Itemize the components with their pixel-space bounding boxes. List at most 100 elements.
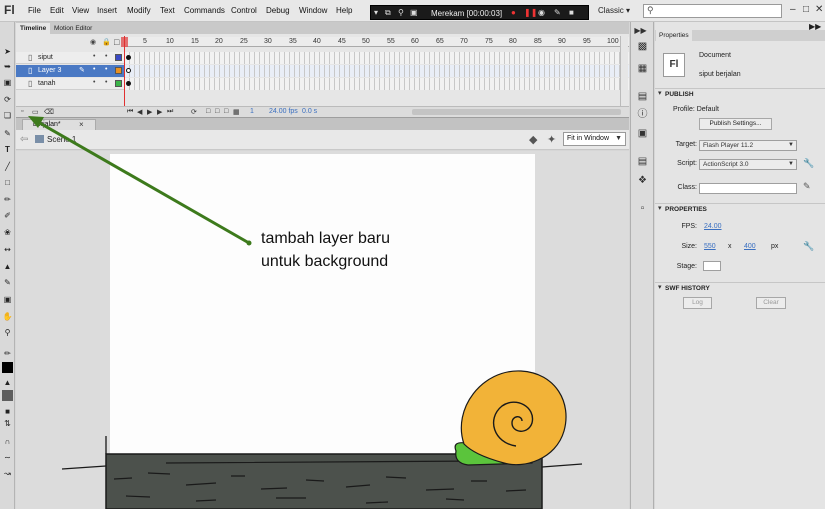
class-input[interactable] bbox=[699, 183, 797, 194]
menu-text[interactable]: Text bbox=[160, 6, 175, 15]
record-icon[interactable]: ● bbox=[511, 8, 516, 17]
recorder-zoom-icon[interactable]: ⚲ bbox=[398, 8, 404, 17]
layer-row-layer-3[interactable]: ▯ Layer 3 ✎ • • bbox=[16, 65, 629, 77]
menu-commands[interactable]: Commands bbox=[184, 6, 225, 15]
layer-frames[interactable] bbox=[125, 78, 629, 90]
library-panel-icon[interactable]: ▫ bbox=[636, 202, 649, 215]
tab-timeline[interactable]: Timeline bbox=[16, 23, 51, 34]
straighten-icon[interactable]: ↝ bbox=[2, 468, 13, 479]
section-properties[interactable]: PROPERTIES bbox=[655, 203, 825, 214]
subselection-tool-icon[interactable]: ➥ bbox=[2, 61, 13, 72]
back-arrow-icon[interactable]: ⇦ bbox=[20, 134, 28, 145]
keyframe[interactable] bbox=[126, 81, 131, 86]
script-select[interactable]: ActionScript 3.0 ▼ bbox=[699, 159, 797, 170]
timeline-horizontal-scrollbar[interactable] bbox=[412, 109, 621, 115]
wrench-icon[interactable]: 🔧 bbox=[803, 241, 814, 252]
camera-icon[interactable]: ◉ bbox=[538, 8, 545, 17]
visibility-dot-icon[interactable]: • bbox=[93, 53, 95, 60]
pen-icon[interactable]: ✎ bbox=[554, 8, 561, 17]
stop-icon[interactable]: ■ bbox=[569, 8, 574, 17]
new-folder-icon[interactable]: ▭ bbox=[32, 108, 39, 116]
next-frame-icon[interactable]: ▶ bbox=[157, 108, 162, 116]
recorder-screen-icon[interactable]: ▣ bbox=[410, 8, 418, 17]
width-value[interactable]: 550 bbox=[704, 243, 716, 250]
lock-dot-icon[interactable]: • bbox=[105, 79, 107, 86]
section-swf-history[interactable]: SWF HISTORY bbox=[655, 282, 825, 293]
swap-colors-icon[interactable]: ⇅ bbox=[2, 418, 13, 429]
section-publish[interactable]: PUBLISH bbox=[655, 88, 825, 99]
pencil-tool-icon[interactable]: ✏ bbox=[2, 194, 13, 205]
tab-properties[interactable]: Properties bbox=[656, 30, 692, 41]
snap-magnet-icon[interactable]: ∩ bbox=[2, 436, 13, 447]
swatches-panel-icon[interactable]: ▦ bbox=[636, 62, 649, 75]
menu-insert[interactable]: Insert bbox=[97, 6, 117, 15]
empty-keyframe[interactable] bbox=[126, 68, 131, 73]
log-button[interactable]: Log bbox=[683, 297, 712, 309]
smooth-icon[interactable]: ∼ bbox=[2, 452, 13, 463]
align-panel-icon[interactable]: ▤ bbox=[636, 90, 649, 103]
pencil-icon[interactable]: ✎ bbox=[803, 181, 811, 192]
lock-all-icon[interactable]: 🔒 bbox=[102, 38, 111, 46]
color-panel-icon[interactable]: ▩ bbox=[636, 40, 649, 53]
close-button[interactable]: ✕ bbox=[815, 4, 823, 15]
onion-skin-icon[interactable]: □ bbox=[206, 108, 210, 115]
frame-rate[interactable]: 24.00 fps bbox=[269, 108, 298, 115]
onion-outline-icon[interactable]: □ bbox=[215, 108, 219, 115]
edit-symbols-icon[interactable]: ◆ bbox=[529, 133, 537, 146]
menu-view[interactable]: View bbox=[72, 6, 89, 15]
pen-tool-icon[interactable]: ✎ bbox=[2, 128, 13, 139]
menu-file[interactable]: File bbox=[28, 6, 41, 15]
recorder-window-icon[interactable]: ⧉ bbox=[385, 8, 391, 18]
timeline-ruler[interactable]: 5 10 15 20 25 30 35 40 45 50 55 60 65 70… bbox=[125, 37, 629, 47]
tab-motion-editor[interactable]: Motion Editor bbox=[50, 23, 96, 34]
clear-button[interactable]: Clear bbox=[756, 297, 786, 309]
pause-icon[interactable]: ❚❚ bbox=[524, 8, 537, 17]
menu-debug[interactable]: Debug bbox=[266, 6, 290, 15]
components-panel-icon[interactable]: ❖ bbox=[636, 174, 649, 187]
stroke-color-swatch[interactable] bbox=[2, 362, 13, 373]
lock-dot-icon[interactable]: • bbox=[105, 53, 107, 60]
menu-help[interactable]: Help bbox=[336, 6, 352, 15]
menu-edit[interactable]: Edit bbox=[50, 6, 64, 15]
default-colors-icon[interactable]: ■ bbox=[2, 406, 13, 417]
layer-frames[interactable] bbox=[125, 65, 629, 77]
fill-color-icon[interactable]: ▲ bbox=[2, 377, 13, 388]
outline-all-icon[interactable]: □ bbox=[114, 37, 119, 47]
visibility-dot-icon[interactable]: • bbox=[93, 66, 95, 73]
loop-icon[interactable]: ⟳ bbox=[191, 108, 197, 116]
maximize-button[interactable]: □ bbox=[803, 4, 809, 15]
collapse-panel-icon[interactable]: ▶▶ bbox=[634, 24, 647, 37]
layer-name-cell[interactable]: ▯ siput • • bbox=[16, 52, 124, 64]
transform-panel-icon[interactable]: ▣ bbox=[636, 127, 649, 140]
keyframe[interactable] bbox=[126, 55, 131, 60]
onion-markers-icon[interactable]: ▦ bbox=[233, 108, 240, 116]
new-layer-icon[interactable]: ▫ bbox=[21, 108, 23, 115]
selection-tool-icon[interactable]: ➤ bbox=[2, 46, 13, 57]
fill-color-swatch[interactable] bbox=[2, 390, 13, 401]
snail[interactable] bbox=[454, 370, 567, 466]
workspace-switcher[interactable]: Classic ▾ bbox=[598, 6, 630, 15]
eraser-tool-icon[interactable]: ▣ bbox=[2, 294, 13, 305]
visibility-dot-icon[interactable]: • bbox=[93, 79, 95, 86]
stage-color-swatch[interactable] bbox=[703, 261, 721, 271]
layer-outline-color[interactable] bbox=[115, 54, 122, 61]
recorder-dropdown-icon[interactable]: ▾ bbox=[374, 8, 378, 17]
lasso-tool-icon[interactable]: ❏ bbox=[2, 110, 13, 121]
show-hide-all-icon[interactable]: ◉ bbox=[90, 38, 96, 46]
paint-bucket-tool-icon[interactable]: ▲ bbox=[2, 261, 13, 272]
lock-dot-icon[interactable]: • bbox=[105, 66, 107, 73]
menu-window[interactable]: Window bbox=[299, 6, 327, 15]
height-value[interactable]: 400 bbox=[744, 243, 756, 250]
zoom-tool-icon[interactable]: ⚲ bbox=[2, 327, 13, 338]
zoom-select[interactable]: Fit in Window ▼ bbox=[563, 132, 626, 146]
free-transform-tool-icon[interactable]: ▣ bbox=[2, 77, 13, 88]
info-panel-icon[interactable]: ⓘ bbox=[636, 108, 649, 121]
target-select[interactable]: Flash Player 11.2 ▼ bbox=[699, 140, 797, 151]
menu-control[interactable]: Control bbox=[231, 6, 257, 15]
document-tab[interactable]: berjalan* × bbox=[22, 119, 96, 130]
previous-frame-icon[interactable]: ◀ bbox=[137, 108, 142, 116]
text-tool-icon[interactable]: T bbox=[2, 144, 13, 155]
deco-tool-icon[interactable]: ❀ bbox=[2, 227, 13, 238]
brush-tool-icon[interactable]: ✐ bbox=[2, 210, 13, 221]
last-frame-icon[interactable]: ⏭ bbox=[167, 108, 173, 116]
